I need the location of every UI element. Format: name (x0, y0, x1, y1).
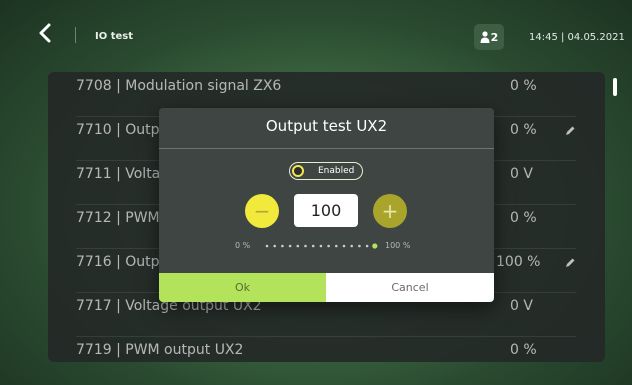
user-count: 2 (490, 30, 499, 44)
pencil-icon[interactable] (564, 257, 576, 269)
pencil-icon[interactable] (564, 125, 576, 137)
chevron-left-icon (39, 23, 51, 43)
slider-dot (304, 244, 307, 248)
user-badge[interactable]: 2 (474, 24, 504, 50)
slider-knob[interactable] (372, 243, 378, 249)
header-divider (75, 27, 76, 43)
user-icon (480, 31, 490, 43)
slider-dot (281, 244, 284, 248)
increase-button[interactable]: + (373, 194, 407, 228)
list-item-value: 0 % (510, 342, 537, 358)
level-slider[interactable] (263, 242, 379, 250)
list-item-value: 0 % (510, 210, 537, 226)
value-input[interactable]: 100 (294, 194, 358, 227)
slider-dot (265, 244, 269, 248)
enabled-label: Enabled (318, 166, 355, 176)
list-item-label: 7719 | PWM output UX2 (76, 342, 244, 358)
slider-dot (358, 244, 361, 248)
slider-dot (311, 244, 315, 248)
scale-max-label: 100 % (385, 241, 411, 250)
list-item-value: 0 % (510, 78, 537, 94)
dialog-title: Output test UX2 (265, 117, 388, 135)
slider-dot (342, 244, 346, 248)
slider-dot (350, 244, 353, 248)
list-item-value: 0 V (510, 298, 533, 314)
slider-dot (288, 244, 292, 248)
ok-button[interactable]: Ok (159, 273, 326, 302)
back-button[interactable] (36, 22, 56, 44)
list-item-label: 7708 | Modulation signal ZX6 (76, 78, 282, 94)
top-bar: IO test 2 14:45 | 04.05.2021 (0, 0, 632, 60)
slider-dot (327, 244, 330, 248)
date-time: 14:45 | 04.05.2021 (529, 32, 625, 43)
page-title: IO test (95, 31, 133, 42)
list-item-value: 0 V (510, 166, 533, 182)
list-item-value: 100 % (496, 254, 541, 270)
slider-dot (319, 244, 323, 248)
cancel-button[interactable]: Cancel (326, 273, 494, 302)
decrease-button[interactable]: − (245, 194, 279, 228)
slider-dot (365, 244, 369, 248)
scale-min-label: 0 % (235, 241, 251, 250)
list-item[interactable]: 7719 | PWM output UX2 0 % (76, 336, 576, 362)
list-item-label: 7712 | PWM c (76, 210, 172, 226)
output-test-dialog: Output test UX2 Enabled − 100 + 0 % 100 … (159, 108, 494, 302)
scrollbar-thumb[interactable] (613, 78, 617, 96)
slider-dot (335, 244, 338, 248)
enabled-toggle[interactable]: Enabled (289, 162, 363, 180)
dialog-divider (159, 148, 494, 149)
slider-dot (273, 244, 276, 248)
list-item-label: 7710 | Outpu (76, 122, 169, 138)
list-item-label: 7711 | Voltag (76, 166, 170, 182)
slider-dot (296, 244, 300, 248)
radio-toggle-icon (292, 165, 304, 177)
list-item-value: 0 % (510, 122, 537, 138)
list-item-label: 7716 | Outpu (76, 254, 169, 270)
